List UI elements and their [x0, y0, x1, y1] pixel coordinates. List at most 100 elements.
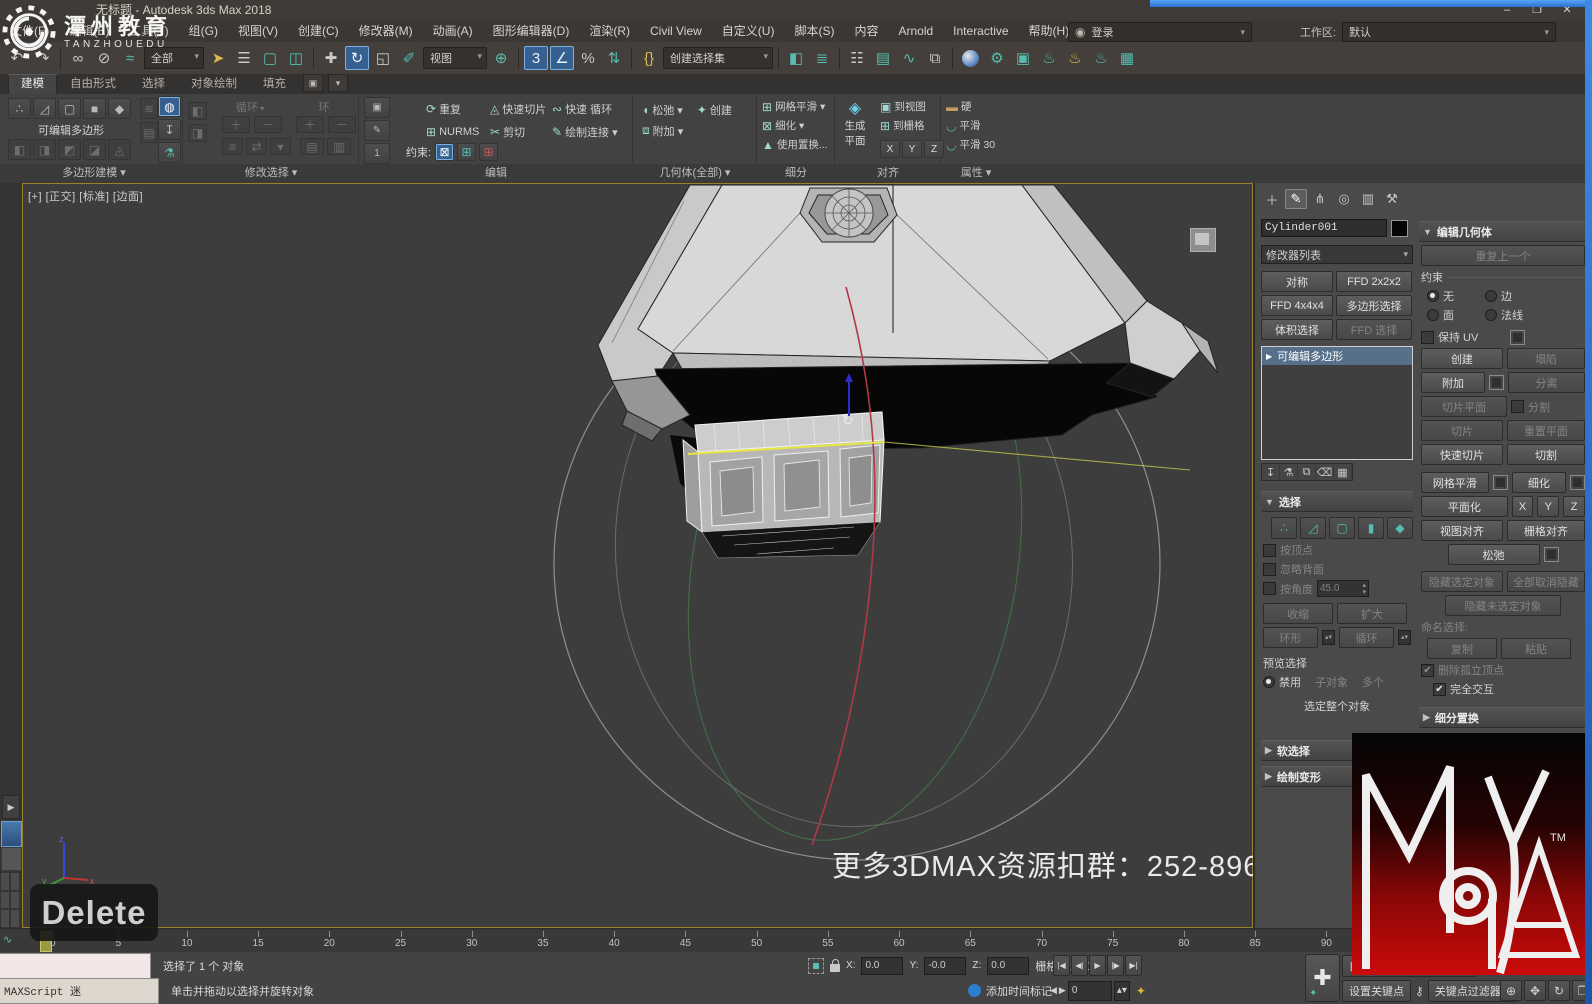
preserve-uvs-icon[interactable]: ▣	[364, 97, 390, 118]
tessellate-button[interactable]: 细化	[1511, 472, 1566, 493]
toggle-command-panel-icon[interactable]: ◍	[158, 96, 181, 117]
select-and-scale-icon[interactable]: ◱	[371, 46, 395, 70]
slice-button[interactable]: 切片	[1421, 420, 1503, 441]
modifier-list-dropdown[interactable]: 修改器列表 ▾	[1261, 245, 1413, 264]
border-mode-icon[interactable]: ▢	[58, 98, 81, 119]
viewport[interactable]: ↻ [+] [正交] [标准] [边面] 更多3DMAX资源扣群：252-896…	[22, 183, 1321, 928]
poly-tool-icon[interactable]: ◩	[58, 139, 81, 160]
align-icon[interactable]: ≣	[810, 46, 834, 70]
menu-rendering[interactable]: 渲染(R)	[579, 20, 640, 42]
material-editor-icon[interactable]: ◍	[962, 49, 979, 67]
ffd2-modifier-button[interactable]: FFD 2x2x2	[1336, 271, 1412, 292]
edit-named-sets-icon[interactable]: {}	[637, 46, 661, 70]
workspace-switcher[interactable]: 工作区: 默认 ▾	[1300, 22, 1556, 42]
nurms-button[interactable]: ⊞ NURMS	[422, 122, 484, 141]
group-label[interactable]: 对齐	[836, 164, 940, 183]
preserve-uv-checkbox[interactable]	[1421, 330, 1434, 344]
dock-cell[interactable]	[1, 891, 9, 909]
grow-button[interactable]: 扩大	[1337, 603, 1407, 624]
menu-scripting[interactable]: 脚本(S)	[784, 20, 844, 42]
mirror-icon[interactable]: ◧	[784, 46, 808, 70]
reset-plane-button[interactable]: 重置平面	[1506, 420, 1585, 441]
constraint-none-icon[interactable]: ⊠	[435, 143, 455, 161]
menu-modifiers[interactable]: 修改器(M)	[349, 20, 423, 42]
relax-button[interactable]: ◖ 松弛 ▾	[638, 100, 687, 119]
element-subobject-icon[interactable]: ◆	[1387, 517, 1413, 539]
menu-arnold[interactable]: Arnold	[888, 20, 943, 42]
smooth-30-button[interactable]: ◡ 平滑 30	[945, 135, 996, 154]
meshsmooth-button[interactable]: ⊞ 网格平滑 ▾	[761, 97, 829, 116]
dock-cell[interactable]	[1, 873, 9, 890]
show-end-result-icon[interactable]: ⚗	[1280, 464, 1298, 480]
rectangular-selection-region-icon[interactable]: ▢	[258, 46, 282, 70]
pin-stack-icon[interactable]: ↧	[1262, 464, 1280, 480]
configure-modifier-sets-icon[interactable]: ▦	[1334, 464, 1352, 480]
loop-spinner[interactable]: ▴▾	[1397, 630, 1411, 645]
tessellate-button[interactable]: ⊠ 细化 ▾	[761, 116, 829, 135]
layer-manager-icon[interactable]: ☷	[845, 46, 869, 70]
z-coordinate-field[interactable]	[987, 956, 1030, 975]
ribbon-toggle-icon[interactable]: ▤	[871, 46, 895, 70]
preserve-uv-settings-button[interactable]	[1510, 329, 1526, 345]
menu-animation[interactable]: 动画(A)	[423, 20, 483, 42]
shrink-button[interactable]: 收缩	[1263, 603, 1333, 624]
constraint-face-radio[interactable]	[1427, 309, 1439, 321]
stack-item-editable-poly[interactable]: ▶ 可编辑多边形	[1262, 347, 1412, 365]
dock-cell[interactable]	[1, 910, 9, 927]
maxscript-mini-listener[interactable]	[0, 952, 151, 979]
play-icon[interactable]: ▶	[1089, 955, 1106, 976]
cut-button[interactable]: 切割	[1506, 444, 1585, 465]
render-iterative-icon[interactable]: ♨	[1063, 46, 1087, 70]
loop-options-icon[interactable]: ▾	[270, 138, 291, 155]
view-align-button[interactable]: 视图对齐	[1421, 520, 1503, 541]
loop-grow-icon[interactable]: ＋	[222, 116, 250, 133]
select-and-move-icon[interactable]: ✚	[319, 46, 343, 70]
frame-prev-icon[interactable]: ◀	[1050, 985, 1057, 996]
modify-panel-tab[interactable]: ✎	[1285, 189, 1307, 209]
poly-tool-icon[interactable]: ◬	[108, 139, 131, 160]
percent-snap-icon[interactable]: %	[576, 46, 600, 70]
copy-button[interactable]: 复制	[1427, 638, 1497, 659]
create-panel-tab[interactable]: ＋	[1261, 189, 1283, 209]
loop-button[interactable]: 循环	[1339, 627, 1394, 648]
isolate-selection-icon[interactable]	[808, 957, 824, 974]
open-in-arnold-icon[interactable]: ▦	[1115, 46, 1139, 70]
rendered-frame-window-icon[interactable]: ▣	[1011, 46, 1035, 70]
display-panel-tab[interactable]: ▥	[1357, 189, 1379, 209]
menu-interactive[interactable]: Interactive	[943, 20, 1018, 42]
show-end-result-icon[interactable]: ⚗	[158, 142, 181, 163]
ring-grow-icon[interactable]: ＋	[296, 116, 324, 133]
slice-plane-button[interactable]: 切片平面	[1421, 396, 1507, 417]
pin-stack-icon[interactable]: ↧	[158, 119, 181, 140]
select-and-place-icon[interactable]: ✐	[397, 46, 421, 70]
ring-spinner[interactable]: ▴▾	[1321, 630, 1335, 645]
cut-button[interactable]: ✂ 剪切	[486, 122, 546, 141]
by-vertex-checkbox[interactable]	[1263, 543, 1276, 557]
create-button[interactable]: ✦ 创建	[693, 100, 736, 119]
motion-panel-tab[interactable]: ◎	[1333, 189, 1355, 209]
full-interactivity-checkbox[interactable]	[1433, 682, 1446, 696]
shrink-selection-icon[interactable]: ◨	[188, 124, 207, 142]
ffd-select-modifier-button[interactable]: FFD 选择	[1336, 319, 1412, 340]
ribbon-minimize-icon[interactable]: ▾	[328, 74, 348, 92]
constraint-face-icon[interactable]: ⊞	[479, 143, 499, 161]
use-pivot-center-icon[interactable]: ⊕	[489, 46, 513, 70]
key-mode-icon[interactable]: ✦	[1136, 984, 1146, 998]
orbit-icon[interactable]: ↻	[1548, 980, 1570, 1001]
ring-mode-icon[interactable]: ▥	[327, 138, 351, 155]
modifier-stack[interactable]: ▶ 可编辑多边形	[1261, 346, 1413, 460]
align-y-button[interactable]: Y	[902, 140, 922, 158]
swift-loop-button[interactable]: ∾ 快速 循环	[548, 99, 634, 118]
frame-spinner[interactable]: ▴▾	[1113, 980, 1130, 1001]
poly-tool-icon[interactable]: ◪	[83, 139, 106, 160]
vol-select-modifier-button[interactable]: 体积选择	[1261, 319, 1333, 340]
vertex-subobject-icon[interactable]: ∴	[1271, 517, 1297, 539]
collapse-button[interactable]: 塌陷	[1506, 348, 1585, 369]
next-frame-icon[interactable]: |▶	[1107, 955, 1124, 976]
pan-icon[interactable]: ✥	[1524, 980, 1546, 1001]
group-label[interactable]: 多边形建模 ▾	[6, 164, 182, 183]
set-key-button[interactable]: 设置关键点	[1342, 979, 1411, 1002]
viewport-corner-widget[interactable]	[1190, 228, 1216, 252]
edge-mode-icon[interactable]: ◿	[33, 98, 56, 119]
selection-lock-icon[interactable]	[830, 958, 840, 972]
